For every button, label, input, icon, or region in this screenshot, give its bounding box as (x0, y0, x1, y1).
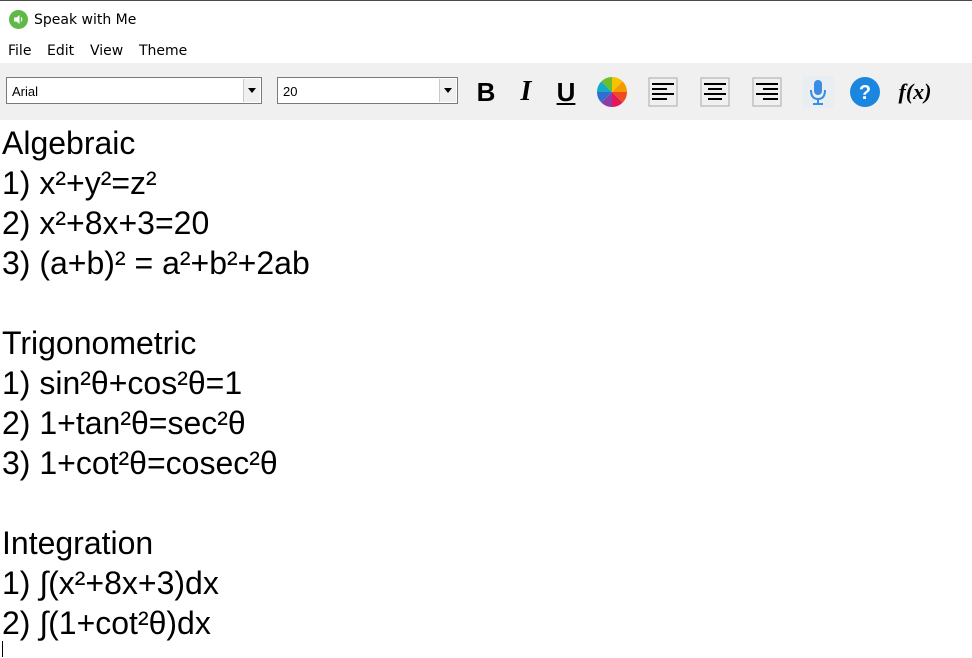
microphone-icon (802, 76, 834, 108)
menu-edit[interactable]: Edit (47, 43, 74, 59)
align-center-button[interactable] (698, 75, 732, 109)
toolbar: Arial 20 B I U ? f(x) (0, 63, 972, 120)
title-bar: Speak with Me (0, 2, 972, 38)
help-button[interactable]: ? (848, 75, 882, 109)
doc-line: 2) x²+8x+3=20 (2, 205, 210, 241)
align-right-icon (752, 77, 782, 107)
text-cursor (2, 641, 3, 657)
chevron-down-icon[interactable] (243, 79, 260, 102)
align-right-button[interactable] (750, 75, 784, 109)
doc-line: 1) x²+y²=z² (2, 165, 157, 201)
doc-line: 1) sin²θ+cos²θ=1 (2, 365, 243, 401)
bold-icon: B (476, 77, 496, 107)
text-color-button[interactable] (595, 75, 629, 109)
window-title: Speak with Me (34, 12, 137, 28)
menu-file[interactable]: File (8, 43, 31, 59)
menu-bar: File Edit View Theme (0, 39, 972, 63)
italic-icon: I (520, 76, 532, 107)
menu-theme[interactable]: Theme (139, 43, 187, 59)
doc-line-heading-trigonometric: Trigonometric (2, 325, 197, 361)
font-size-select[interactable]: 20 (277, 77, 458, 104)
font-name-select[interactable]: Arial (6, 77, 262, 104)
doc-line: 2) 1+tan²θ=sec²θ (2, 405, 246, 441)
font-name-value: Arial (12, 84, 39, 99)
align-center-icon (700, 77, 730, 107)
underline-icon: U (556, 77, 576, 107)
color-wheel-icon (597, 77, 627, 107)
help-icon: ? (850, 77, 880, 107)
app-window: Speak with Me File Edit View Theme Arial… (0, 0, 972, 658)
doc-line: 3) 1+cot²θ=cosec²θ (2, 445, 278, 481)
menu-view[interactable]: View (90, 43, 123, 59)
doc-line-heading-algebraic: Algebraic (2, 125, 136, 161)
underline-button[interactable]: U (549, 75, 583, 109)
doc-line: 2) ∫(1+cot²θ)dx (2, 605, 211, 641)
doc-line: 3) (a+b)² = a²+b²+2ab (2, 245, 310, 281)
help-icon-label: ? (859, 82, 871, 104)
function-button[interactable]: f(x) (893, 75, 937, 109)
chevron-down-icon[interactable] (439, 79, 456, 102)
font-size-value: 20 (283, 84, 298, 99)
doc-line-heading-integration: Integration (2, 525, 154, 561)
speaker-app-icon (9, 10, 28, 29)
document-editor[interactable]: Algebraic 1) x²+y²=z² 2) x²+8x+3=20 3) (… (0, 120, 972, 658)
doc-line: 1) ∫(x²+8x+3)dx (2, 565, 219, 601)
function-icon: f(x) (898, 79, 932, 104)
bold-button[interactable]: B (469, 75, 503, 109)
align-left-icon (648, 77, 678, 107)
microphone-button[interactable] (801, 75, 835, 109)
italic-button[interactable]: I (509, 75, 543, 109)
align-left-button[interactable] (646, 75, 680, 109)
